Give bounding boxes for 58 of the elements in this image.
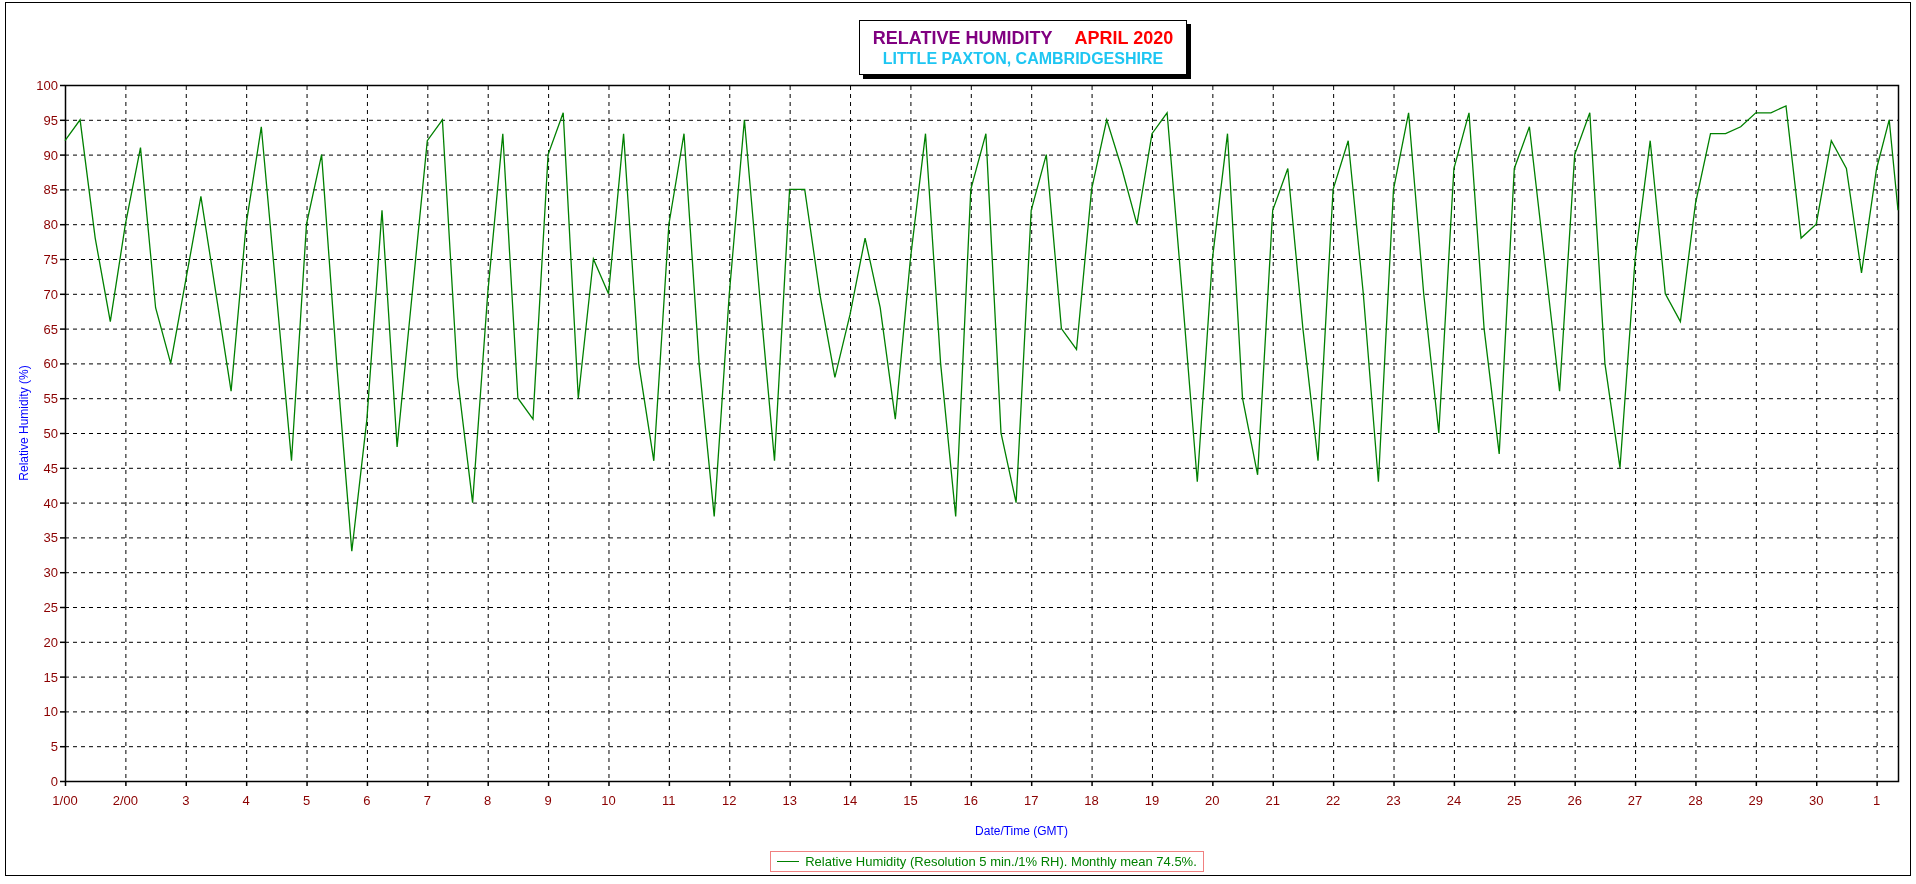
- y-axis-label: Relative Humidity (%): [17, 365, 31, 481]
- x-tick-label: 14: [842, 793, 858, 808]
- x-tick-label: 24: [1446, 793, 1462, 808]
- x-tick-label: 19: [1144, 793, 1160, 808]
- y-tick-label: 0: [50, 774, 58, 789]
- x-tick-label: 15: [903, 793, 918, 808]
- x-tick-label: 4: [242, 793, 250, 808]
- x-tick-label: 22: [1325, 793, 1341, 808]
- y-tick-label: 45: [43, 460, 58, 476]
- x-tick-label: 2/00: [112, 793, 139, 808]
- y-tick-label: 80: [43, 217, 58, 233]
- x-tick-label: 21: [1265, 793, 1280, 808]
- chart-period: APRIL 2020: [1074, 27, 1174, 49]
- x-tick-label: 23: [1386, 793, 1401, 808]
- x-tick-label: 29: [1748, 793, 1764, 808]
- y-tick-label: 10: [43, 704, 58, 720]
- y-tick-label: 55: [43, 391, 58, 407]
- x-tick-label: 6: [363, 793, 371, 808]
- x-tick-label: 30: [1809, 793, 1824, 808]
- x-tick-label: 28: [1688, 793, 1703, 808]
- y-tick-label: 65: [43, 321, 58, 337]
- x-axis-label: Date/Time (GMT): [975, 824, 1068, 838]
- x-tick-label: 1: [1873, 793, 1881, 808]
- y-tick-label: 95: [43, 112, 58, 128]
- x-tick-label: 27: [1627, 793, 1643, 808]
- y-tick-label: 35: [43, 530, 58, 546]
- x-tick-label: 20: [1205, 793, 1220, 808]
- x-tick-label: 13: [782, 793, 797, 808]
- chart-title: RELATIVE HUMIDITY: [872, 27, 1053, 49]
- y-tick-label: 25: [43, 600, 58, 615]
- y-tick-label: 30: [43, 565, 58, 581]
- x-tick-label: 9: [544, 793, 552, 808]
- chart-location: LITTLE PAXTON, CAMBRIDGESHIRE: [882, 49, 1164, 68]
- y-tick-label: 15: [43, 669, 58, 685]
- x-tick-label: 12: [722, 793, 737, 808]
- y-tick-label: 40: [43, 495, 58, 511]
- x-tick-label: 17: [1023, 793, 1039, 808]
- y-tick-label: 100: [36, 81, 58, 93]
- x-tick-label: 5: [302, 793, 311, 808]
- y-tick-label: 90: [43, 147, 58, 163]
- x-tick-label: 18: [1084, 793, 1099, 808]
- x-tick-label: 25: [1507, 793, 1522, 808]
- x-tick-label: 11: [662, 793, 676, 808]
- x-tick-label: 3: [182, 793, 190, 808]
- y-tick-label: 50: [43, 426, 58, 441]
- y-tick-label: 20: [43, 634, 58, 650]
- x-tick-label: 16: [963, 793, 979, 808]
- y-tick-label: 75: [43, 252, 58, 267]
- x-tick-label: 8: [484, 793, 492, 808]
- y-tick-label: 60: [43, 356, 58, 372]
- x-tick-label: 1/00: [52, 793, 78, 808]
- legend-label: Relative Humidity (Resolution 5 min./1% RH). Monthly mean 74.5%.: [805, 854, 1197, 869]
- x-tick-label: 26: [1567, 793, 1582, 808]
- y-tick-label: 5: [50, 739, 58, 755]
- y-tick-label: 70: [43, 286, 58, 302]
- x-tick-label: 7: [423, 793, 431, 808]
- x-tick-label: 10: [601, 793, 616, 808]
- y-tick-label: 85: [43, 182, 58, 198]
